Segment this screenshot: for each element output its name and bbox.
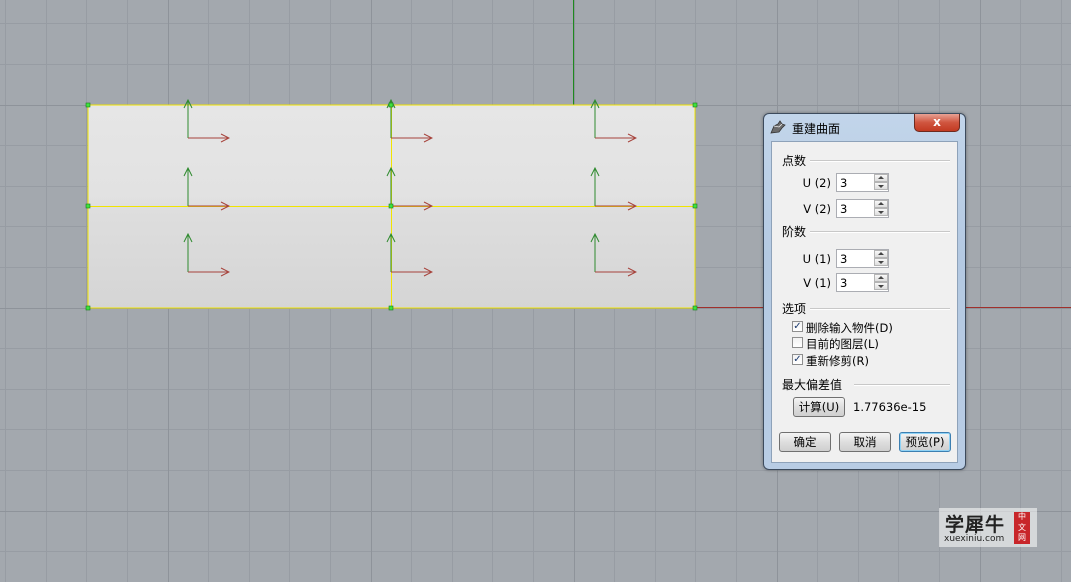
point-count-u-label: U (2) [802,176,831,190]
point-count-v-label: V (2) [803,202,831,216]
spin-down-icon[interactable] [874,282,888,290]
control-point[interactable] [85,305,91,311]
point-count-u-input[interactable] [837,174,873,191]
spin-up-icon[interactable] [874,274,888,282]
degree-u-label: U (1) [802,252,831,266]
option-label: 目前的图层(L) [806,337,879,351]
spin-up-icon[interactable] [874,250,888,258]
preview-button[interactable]: 预览(P) [899,432,951,452]
watermark-title: 学犀牛 [945,514,1006,536]
rebuild-surface-dialog: 重建曲面 x 点数 U (2) V (2) 阶数 U (1) V (1) [763,113,966,470]
dialog-titlebar[interactable]: 重建曲面 x [764,114,965,140]
spin-up-icon[interactable] [874,174,888,182]
watermark-logo: 学犀牛 xuexiniu.com 中文网 [939,508,1037,547]
ok-button[interactable]: 确定 [779,432,831,452]
point-count-v-input[interactable] [837,200,873,217]
watermark-url: xuexiniu.com [944,534,1005,544]
dialog-client-area: 点数 U (2) V (2) 阶数 U (1) V (1) [771,141,958,463]
calculate-button[interactable]: 计算(U) [793,397,845,417]
control-point[interactable] [85,102,91,108]
section-max-deviation: 最大偏差值 [782,378,843,392]
checkmark-icon[interactable]: ✓ [792,354,803,365]
control-point[interactable] [388,102,394,108]
close-button[interactable]: x [914,114,960,132]
separator [854,384,950,386]
cancel-button[interactable]: 取消 [839,432,891,452]
section-point-count: 点数 [782,154,807,168]
control-point[interactable] [85,203,91,209]
separator [810,160,950,162]
option-label: 重新修剪(R) [806,354,869,368]
spin-down-icon[interactable] [874,182,888,190]
close-icon: x [933,115,941,129]
option-label: 删除输入物件(D) [806,321,893,335]
control-point[interactable] [692,102,698,108]
separator [810,308,950,310]
degree-v-input[interactable] [837,274,873,291]
spin-down-icon[interactable] [874,258,888,266]
section-options: 选项 [782,302,807,316]
control-point[interactable] [692,305,698,311]
spin-up-icon[interactable] [874,200,888,208]
separator [810,231,950,233]
degree-u-input[interactable] [837,250,873,267]
checkmark-icon[interactable]: ✓ [792,321,803,332]
deviation-value: 1.77636e-15 [853,400,927,414]
degree-v-label: V (1) [803,276,831,290]
control-point[interactable] [692,203,698,209]
control-point[interactable] [388,305,394,311]
degree-u-stepper[interactable] [836,249,889,268]
spin-down-icon[interactable] [874,208,888,216]
watermark-seal: 中文网 [1014,512,1030,544]
control-point[interactable] [388,203,394,209]
degree-v-stepper[interactable] [836,273,889,292]
dialog-title: 重建曲面 [792,122,841,136]
point-count-v-stepper[interactable] [836,199,889,218]
rhino-app-icon [770,120,786,134]
checkmark-icon[interactable] [792,337,803,348]
point-count-u-stepper[interactable] [836,173,889,192]
section-degree: 阶数 [782,225,807,239]
